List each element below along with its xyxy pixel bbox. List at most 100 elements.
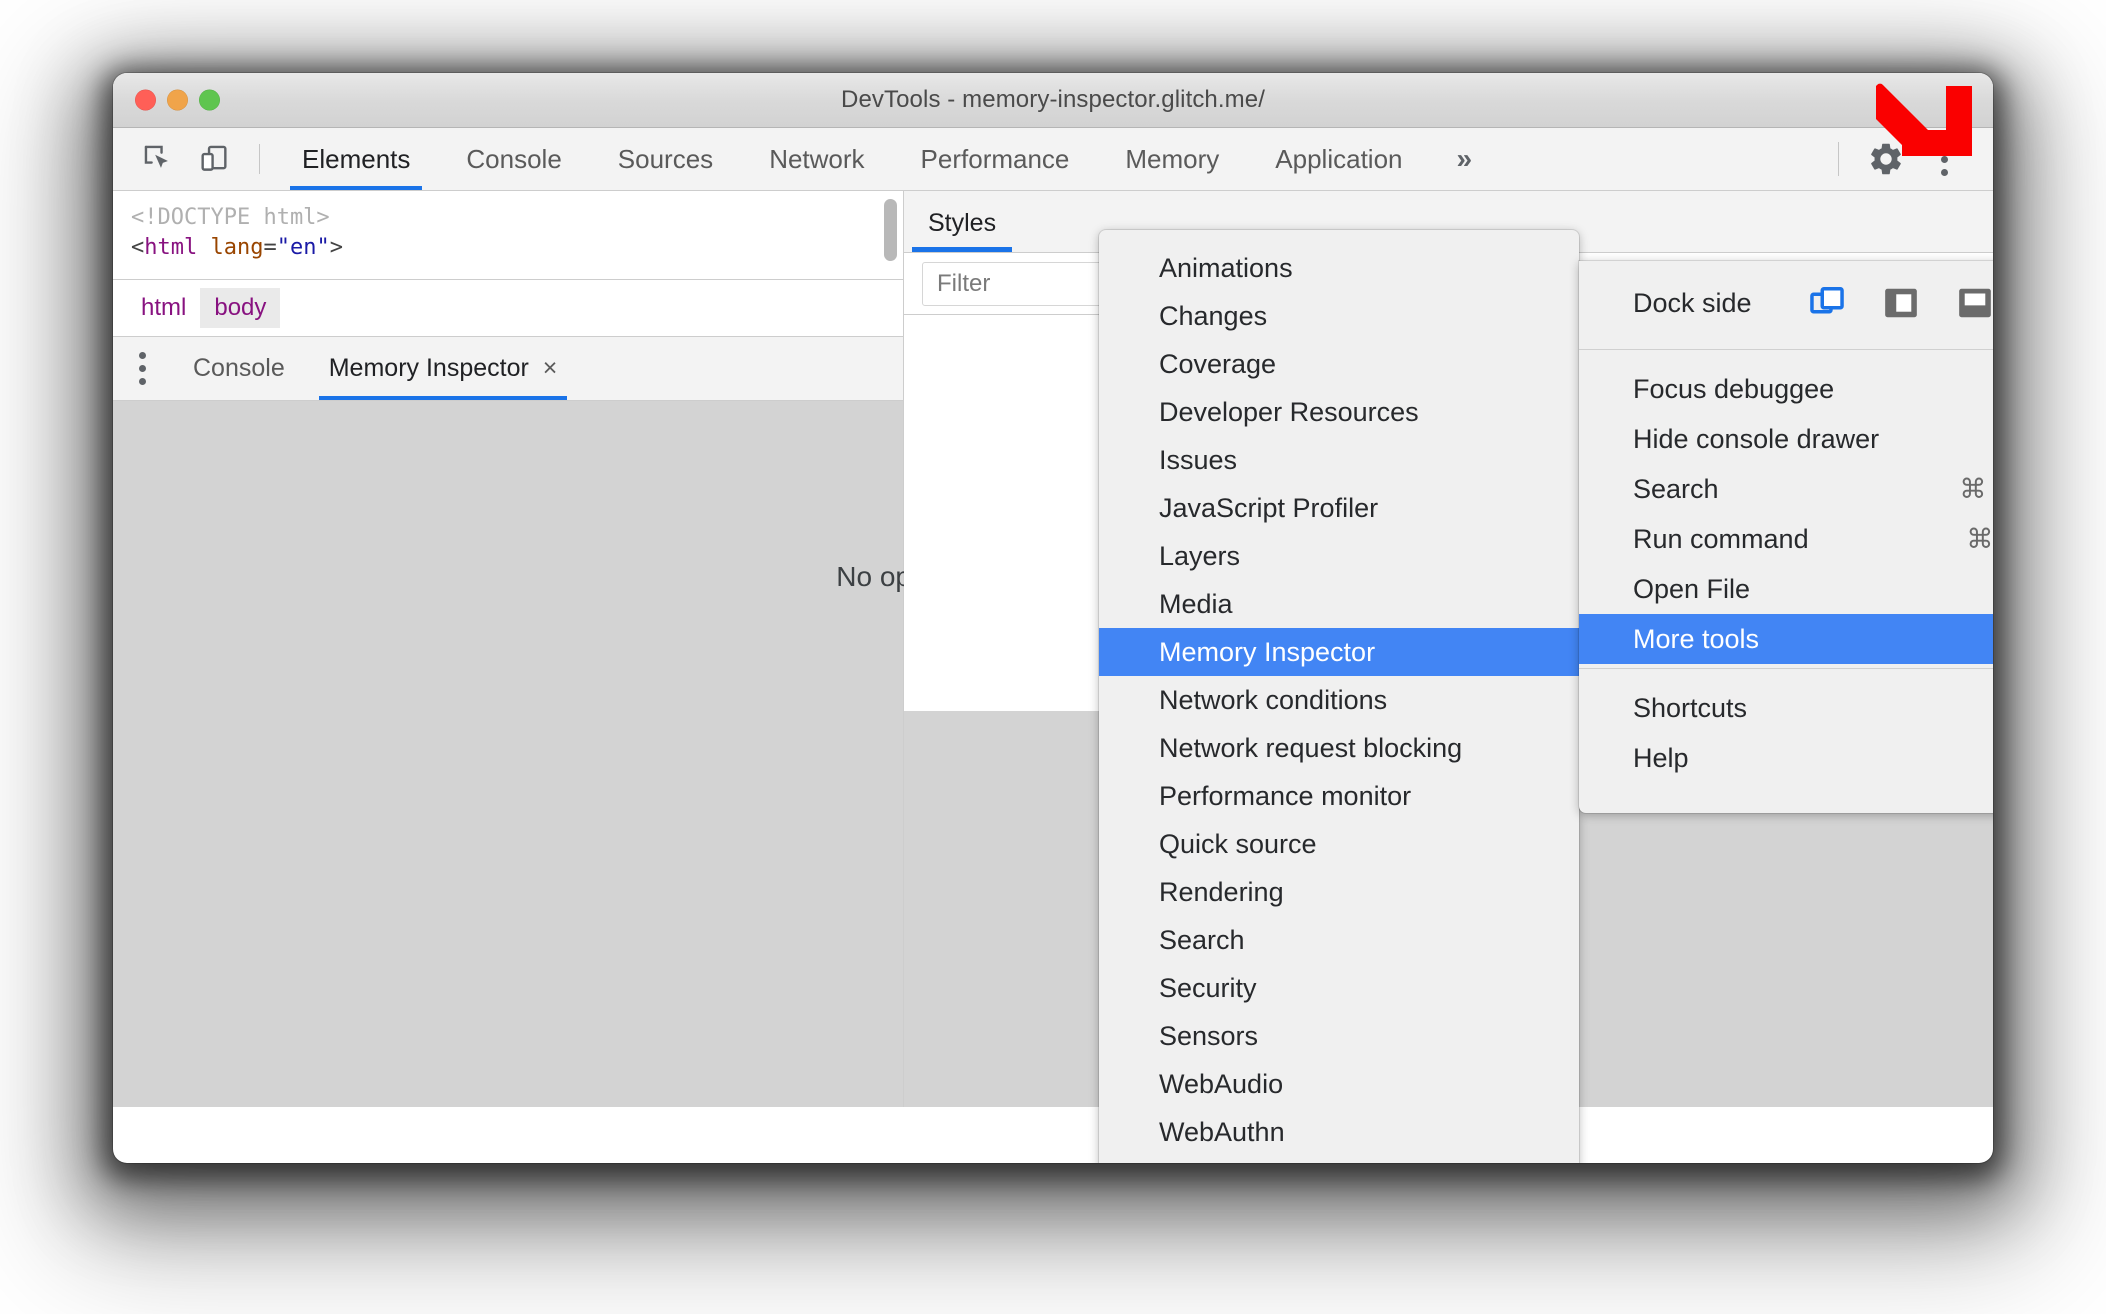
tab-memory[interactable]: Memory <box>1097 128 1247 190</box>
dock-to-bottom-icon[interactable] <box>1956 284 1993 322</box>
menu-item-help-label: Help <box>1633 742 1689 773</box>
tab-network-label: Network <box>769 143 865 174</box>
menu-item-search[interactable]: Search <box>1099 916 1579 964</box>
undock-into-separate-window-icon[interactable] <box>1808 284 1846 322</box>
tab-sources[interactable]: Sources <box>590 128 741 190</box>
menu-item-performance-monitor[interactable]: Performance monitor <box>1099 772 1579 820</box>
dom-attr-equals: = <box>263 234 277 260</box>
zoom-window-button[interactable] <box>199 89 220 111</box>
inspect-element-icon[interactable] <box>133 135 183 183</box>
more-panels-chevron-icon[interactable]: » <box>1431 128 1499 190</box>
devtools-window: DevTools - memory-inspector.glitch.me/ E… <box>113 73 1993 1163</box>
dom-tree-scrollbar[interactable] <box>884 199 897 261</box>
empty-state-message: No op <box>836 561 911 592</box>
shortcut-search: ⌘ ⌥ F <box>1959 473 1993 504</box>
menu-item-open-file[interactable]: Open File ⌘ P <box>1579 564 1993 614</box>
settings-menu-divider-2 <box>1579 668 1993 669</box>
dock-side-label: Dock side <box>1633 287 1752 318</box>
kebab-menu-icon <box>138 352 146 385</box>
menu-item-run-command[interactable]: Run command ⌘ ⇧ P <box>1579 514 1993 564</box>
elements-panel: <!DOCTYPE html> <html lang="en"> html bo… <box>113 191 911 1107</box>
menu-item-run-command-label: Run command <box>1633 523 1809 554</box>
menu-item-webaudio[interactable]: WebAudio <box>1099 1060 1579 1108</box>
memory-inspector-empty-state: No op <box>113 401 911 1107</box>
drawer-tab-memory-inspector-label: Memory Inspector <box>328 354 529 382</box>
angle-open: < <box>131 234 145 260</box>
breadcrumb-item-body[interactable]: body <box>200 288 281 328</box>
device-toolbar-icon[interactable] <box>189 135 239 183</box>
menu-item-changes[interactable]: Changes <box>1099 292 1579 340</box>
breadcrumb: html body <box>113 279 903 337</box>
drawer-tab-memory-inspector[interactable]: Memory Inspector × <box>307 337 580 400</box>
tab-sources-label: Sources <box>617 143 714 174</box>
more-tools-submenu: Animations Changes Coverage Developer Re… <box>1099 230 1579 1163</box>
menu-item-more-tools[interactable]: More tools <box>1579 614 1993 664</box>
menu-item-quick-source[interactable]: Quick source <box>1099 820 1579 868</box>
window-title: DevTools - memory-inspector.glitch.me/ <box>841 86 1265 113</box>
window-traffic-lights <box>135 89 220 111</box>
menu-item-search-label: Search <box>1633 473 1719 504</box>
menu-item-hide-console-drawer[interactable]: Hide console drawer Esc <box>1579 414 1993 464</box>
dom-doctype-line: <!DOCTYPE html> <box>131 205 330 230</box>
window-title-bar: DevTools - memory-inspector.glitch.me/ <box>113 73 1993 128</box>
menu-item-network-request-blocking[interactable]: Network request blocking <box>1099 724 1579 772</box>
devtools-settings-menu: Dock side Focus debuggee Hide console dr… <box>1579 261 1993 813</box>
menu-item-help[interactable]: Help <box>1579 733 1993 783</box>
menu-item-focus-debuggee[interactable]: Focus debuggee <box>1579 364 1993 414</box>
menu-item-search[interactable]: Search ⌘ ⌥ F <box>1579 464 1993 514</box>
dom-tree-view[interactable]: <!DOCTYPE html> <html lang="en"> <box>113 191 903 279</box>
menu-item-whats-new[interactable]: What's New <box>1099 1156 1579 1163</box>
dom-attr-name: lang <box>210 234 264 260</box>
tab-console[interactable]: Console <box>438 128 589 190</box>
menu-item-focus-debuggee-label: Focus debuggee <box>1633 373 1835 404</box>
tab-performance-label: Performance <box>920 143 1070 174</box>
drawer-menu-kebab-icon[interactable] <box>113 352 171 385</box>
menu-item-shortcuts[interactable]: Shortcuts <box>1579 683 1993 733</box>
menu-item-media[interactable]: Media <box>1099 580 1579 628</box>
toolbar-left-icons <box>113 135 274 183</box>
red-arrow-pointing-to-more-options <box>1861 58 1986 168</box>
menu-item-rendering[interactable]: Rendering <box>1099 868 1579 916</box>
tab-elements-label: Elements <box>302 143 411 174</box>
tab-performance[interactable]: Performance <box>893 128 1098 190</box>
minimize-window-button[interactable] <box>167 89 188 111</box>
menu-item-developer-resources[interactable]: Developer Resources <box>1099 388 1579 436</box>
tab-application[interactable]: Application <box>1247 128 1430 190</box>
devtools-main-toolbar: Elements Console Sources Network Perform… <box>113 128 1993 191</box>
menu-item-hide-console-drawer-label: Hide console drawer <box>1633 423 1880 454</box>
close-window-button[interactable] <box>135 89 156 111</box>
tab-styles[interactable]: Styles <box>904 209 1020 252</box>
dom-tag-name: html <box>144 234 198 260</box>
drawer-tab-console-label: Console <box>193 354 285 382</box>
menu-item-issues[interactable]: Issues <box>1099 436 1579 484</box>
menu-item-sensors[interactable]: Sensors <box>1099 1012 1579 1060</box>
angle-close: > <box>329 234 343 260</box>
tab-application-label: Application <box>1275 143 1403 174</box>
settings-menu-spacer-bottom <box>1579 673 1993 683</box>
close-icon[interactable]: × <box>543 354 558 383</box>
menu-item-webauthn[interactable]: WebAuthn <box>1099 1108 1579 1156</box>
drawer-tab-console[interactable]: Console <box>171 337 307 400</box>
breadcrumb-item-html[interactable]: html <box>127 288 200 328</box>
menu-item-javascript-profiler[interactable]: JavaScript Profiler <box>1099 484 1579 532</box>
menu-item-memory-inspector[interactable]: Memory Inspector <box>1099 628 1579 676</box>
menu-item-layers[interactable]: Layers <box>1099 532 1579 580</box>
dock-to-left-icon[interactable] <box>1882 284 1920 322</box>
shortcut-run-command: ⌘ ⇧ P <box>1966 523 1993 554</box>
toolbar-divider <box>259 144 260 174</box>
tab-network[interactable]: Network <box>741 128 892 190</box>
menu-item-animations[interactable]: Animations <box>1099 244 1579 292</box>
dock-side-options <box>1808 284 1993 322</box>
toolbar-right-divider <box>1838 142 1839 176</box>
menu-item-security[interactable]: Security <box>1099 964 1579 1012</box>
dock-side-row: Dock side <box>1579 261 1993 345</box>
menu-item-network-conditions[interactable]: Network conditions <box>1099 676 1579 724</box>
settings-menu-spacer-top <box>1579 354 1993 364</box>
drawer-tab-strip: Console Memory Inspector × <box>113 337 903 401</box>
menu-item-shortcuts-label: Shortcuts <box>1633 692 1748 723</box>
settings-menu-divider-1 <box>1579 349 1993 350</box>
menu-item-more-tools-label: More tools <box>1633 623 1760 654</box>
tab-elements[interactable]: Elements <box>274 128 438 190</box>
menu-item-coverage[interactable]: Coverage <box>1099 340 1579 388</box>
dom-attr-value: "en" <box>276 234 330 260</box>
